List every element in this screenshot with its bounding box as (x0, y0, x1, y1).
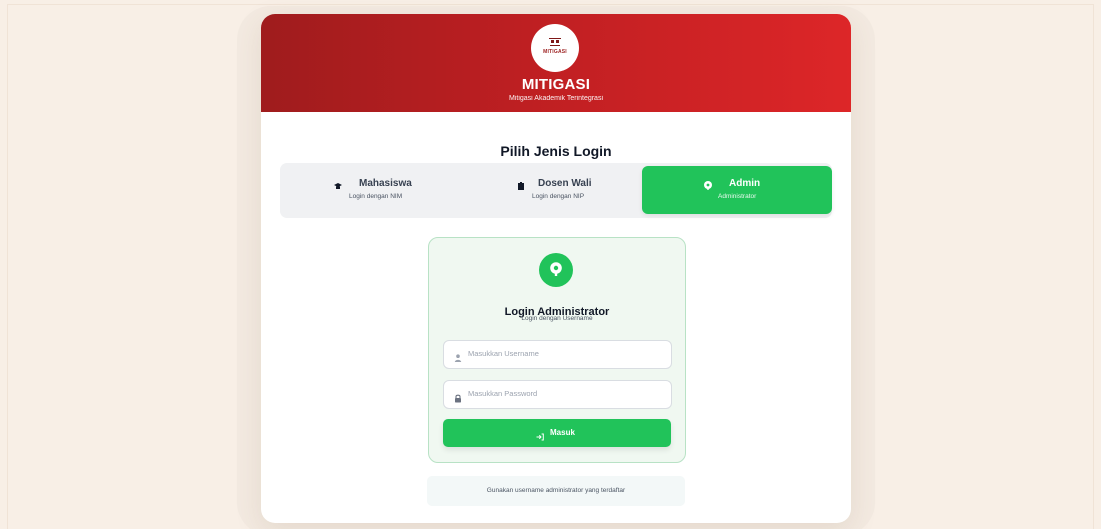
logo-graduation-icon (549, 38, 561, 47)
tab-admin-subtitle: Administrator (718, 193, 757, 200)
user-icon (454, 350, 462, 362)
briefcase-icon (516, 181, 526, 191)
app-header: MITIGASI MITIGASI Mitigasi Akademik Teri… (261, 14, 851, 112)
student-icon (333, 181, 343, 191)
tab-admin[interactable]: Admin Administrator (642, 166, 832, 214)
tab-mahasiswa-label: Mahasiswa (359, 178, 412, 189)
admin-icon (703, 181, 713, 191)
student-icon-svg (334, 183, 342, 189)
tab-dosen-wali-label: Dosen Wali (538, 178, 592, 189)
tab-mahasiswa-subtitle: Login dengan NIM (349, 193, 403, 200)
user-icon-svg (454, 354, 462, 362)
username-hint: Gunakan username administrator yang terd… (427, 476, 685, 506)
app-tagline: Mitigasi Akademik Terintegrasi (508, 95, 604, 102)
login-submit-label: Masuk (550, 428, 575, 437)
lock-icon (454, 390, 462, 403)
password-field (443, 380, 672, 409)
tab-dosen-wali-subtitle: Login dengan NIP (532, 193, 585, 200)
login-card: MITIGASI MITIGASI Mitigasi Akademik Teri… (261, 14, 851, 523)
password-input[interactable] (468, 381, 662, 406)
lock-icon-svg (455, 394, 461, 403)
login-arrow-icon-svg (536, 433, 544, 441)
app-logo: MITIGASI (531, 24, 579, 72)
login-type-selector: Mahasiswa Login dengan NIM Dosen Wali Lo… (280, 163, 832, 218)
window-top-border (7, 4, 1094, 5)
login-submit-button[interactable]: Masuk (443, 419, 671, 447)
window-right-border (1093, 4, 1094, 529)
admin-icon-svg (704, 181, 712, 190)
username-input[interactable] (468, 341, 662, 366)
admin-login-icon (539, 253, 573, 287)
login-arrow-icon (536, 429, 544, 441)
login-form-subtitle: Login dengan Username (521, 315, 593, 322)
tab-mahasiswa[interactable]: Mahasiswa Login dengan NIM (280, 166, 460, 214)
tab-admin-label: Admin (729, 178, 761, 189)
window-left-border (7, 4, 8, 529)
login-page: MITIGASI MITIGASI Mitigasi Akademik Teri… (0, 0, 1101, 529)
app-title: MITIGASI (521, 76, 591, 93)
login-type-heading: Pilih Jenis Login (500, 143, 612, 160)
logo-text: MITIGASI (543, 49, 567, 55)
admin-login-panel: Login Administrator Login dengan Usernam… (428, 237, 686, 463)
admin-login-icon-svg (550, 262, 562, 276)
tab-dosen-wali[interactable]: Dosen Wali Login dengan NIP (462, 166, 642, 214)
username-field (443, 340, 672, 369)
briefcase-icon-svg (518, 182, 524, 190)
